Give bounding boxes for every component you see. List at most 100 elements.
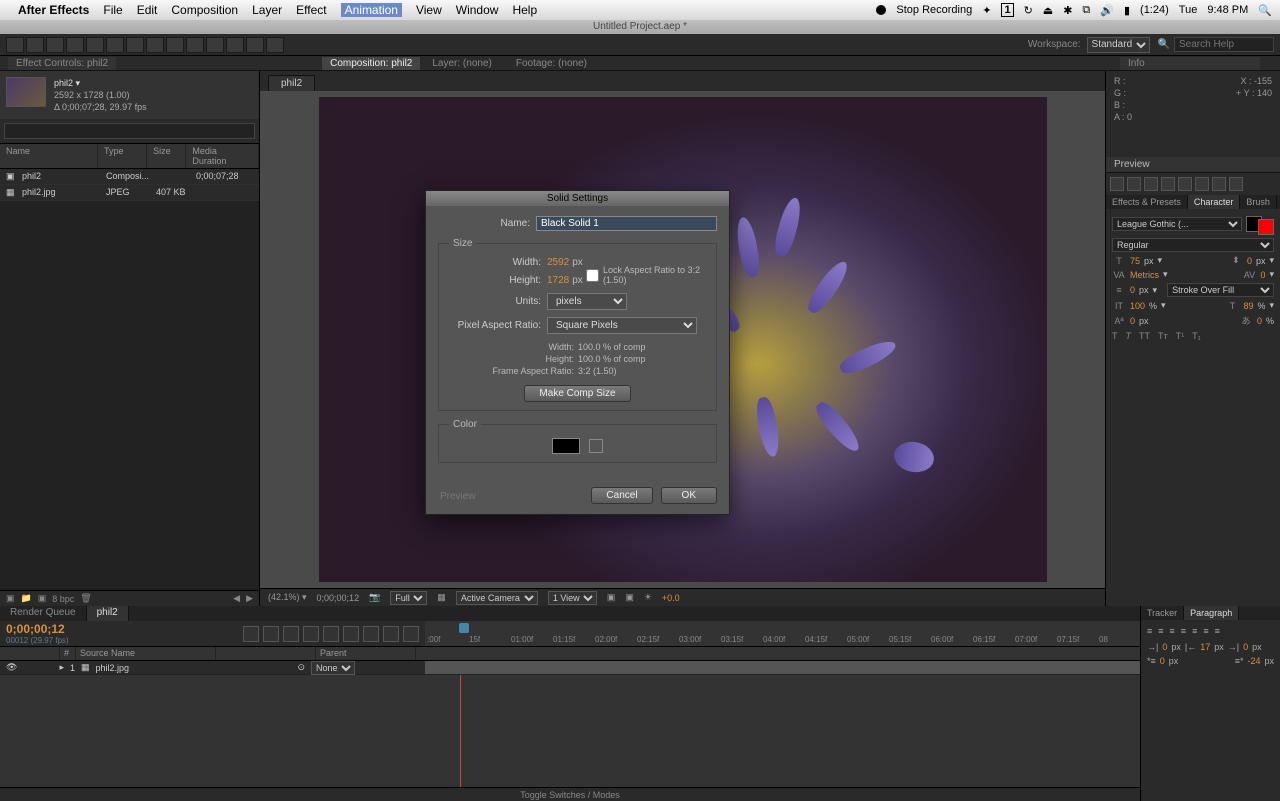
menu-view[interactable]: View	[416, 3, 442, 17]
render-queue-tab[interactable]: Render Queue	[0, 606, 87, 621]
brush-tool[interactable]	[186, 37, 204, 53]
kerning[interactable]: Metrics	[1130, 270, 1159, 280]
battery-icon[interactable]: ▮	[1124, 4, 1130, 17]
bold-icon[interactable]: T	[1112, 331, 1118, 341]
smallcaps-icon[interactable]: Tᴛ	[1158, 331, 1168, 341]
playhead-marker-icon[interactable]	[459, 623, 469, 633]
trash-icon[interactable]: 🗑	[80, 593, 91, 604]
width-value[interactable]: 2592	[547, 257, 569, 268]
bpc-label[interactable]: 8 bpc	[52, 594, 74, 604]
layer-tab[interactable]: Layer: (none)	[432, 58, 491, 69]
resolution-select[interactable]: Full	[390, 591, 427, 605]
tl-btn[interactable]	[263, 626, 279, 642]
zoom-tool[interactable]	[46, 37, 64, 53]
col-parent[interactable]: Parent	[316, 647, 416, 660]
prev-frame-icon[interactable]	[1127, 177, 1141, 191]
pan-behind-tool[interactable]	[106, 37, 124, 53]
grid-icon[interactable]: ▦	[437, 592, 446, 603]
col-source-name[interactable]: Source Name	[76, 647, 216, 660]
shape-tool[interactable]	[126, 37, 144, 53]
paragraph-tab[interactable]: Paragraph	[1184, 606, 1239, 620]
tl-btn[interactable]	[283, 626, 299, 642]
parent-pick-icon[interactable]: ⊙	[298, 662, 306, 673]
timeline-comp-tab[interactable]: phil2	[87, 606, 129, 621]
stop-recording[interactable]: Stop Recording	[896, 4, 972, 16]
menu-file[interactable]: File	[103, 3, 122, 17]
layer-bar[interactable]	[425, 661, 1140, 674]
tl-btn[interactable]	[383, 626, 399, 642]
roto-tool[interactable]	[246, 37, 264, 53]
eraser-tool[interactable]	[226, 37, 244, 53]
timeline-body[interactable]	[0, 675, 1140, 787]
tl-btn[interactable]	[303, 626, 319, 642]
align-left-icon[interactable]: ≡	[1147, 626, 1152, 636]
height-value[interactable]: 1728	[547, 275, 569, 286]
status-icon[interactable]: ✦	[982, 4, 991, 17]
search-help-input[interactable]	[1174, 37, 1274, 52]
stroke-swatch[interactable]	[1258, 219, 1274, 235]
pen-tool[interactable]	[146, 37, 164, 53]
align-right-icon[interactable]: ≡	[1170, 626, 1175, 636]
view-opt-icon[interactable]: ▣	[607, 592, 616, 603]
font-select[interactable]: League Gothic (...	[1112, 217, 1242, 231]
eye-icon[interactable]: 👁	[6, 662, 17, 673]
allcaps-icon[interactable]: TT	[1139, 331, 1150, 341]
eyedropper-icon[interactable]	[589, 439, 603, 453]
comp-new-icon[interactable]: ▣	[38, 593, 47, 604]
justify-icon[interactable]: ≡	[1215, 626, 1220, 636]
make-comp-size-button[interactable]: Make Comp Size	[524, 385, 630, 402]
leading[interactable]: 0	[1247, 256, 1252, 266]
scroll-right-icon[interactable]: ▶	[246, 593, 253, 604]
timeline-layer-row[interactable]: 👁 ▸ 1 ▦ phil2.jpg ⊙ None	[0, 661, 1140, 675]
character-tab[interactable]: Character	[1188, 195, 1241, 209]
baseline[interactable]: 0	[1130, 316, 1135, 326]
tsume[interactable]: 0	[1257, 316, 1262, 326]
menu-animation[interactable]: Animation	[341, 3, 402, 17]
clone-tool[interactable]	[206, 37, 224, 53]
footage-tab[interactable]: Footage: (none)	[516, 58, 587, 69]
view-select[interactable]: 1 View	[548, 591, 597, 605]
status-icon[interactable]: 1	[1001, 3, 1013, 17]
tl-btn[interactable]	[343, 626, 359, 642]
viewer-timecode[interactable]: 0;00;00;12	[317, 593, 360, 603]
camera-tool[interactable]	[86, 37, 104, 53]
last-frame-icon[interactable]	[1178, 177, 1192, 191]
superscript-icon[interactable]: T¹	[1176, 331, 1185, 341]
selection-tool[interactable]	[6, 37, 24, 53]
rotate-tool[interactable]	[66, 37, 84, 53]
current-timecode[interactable]: 0;00;00;12	[6, 622, 69, 636]
align-center-icon[interactable]: ≡	[1158, 626, 1163, 636]
mute-icon[interactable]	[1212, 177, 1226, 191]
cancel-button[interactable]: Cancel	[591, 487, 652, 504]
col-media[interactable]: Media Duration	[186, 144, 259, 168]
puppet-tool[interactable]	[266, 37, 284, 53]
effects-presets-tab[interactable]: Effects & Presets	[1106, 195, 1188, 209]
next-frame-icon[interactable]	[1161, 177, 1175, 191]
stroke-width[interactable]: 0	[1130, 285, 1135, 295]
loop-icon[interactable]	[1195, 177, 1209, 191]
subscript-icon[interactable]: T₁	[1192, 331, 1201, 341]
col-size[interactable]: Size	[147, 144, 186, 168]
menu-edit[interactable]: Edit	[137, 3, 158, 17]
justify-icon[interactable]: ≡	[1203, 626, 1208, 636]
col-name[interactable]: Name	[0, 144, 98, 168]
col-type[interactable]: Type	[98, 144, 147, 168]
tracking[interactable]: 0	[1260, 270, 1265, 280]
hand-tool[interactable]	[26, 37, 44, 53]
project-row[interactable]: ▣ phil2 Composi... 0;00;07;28	[0, 169, 259, 185]
project-row[interactable]: ▦ phil2.jpg JPEG 407 KB	[0, 185, 259, 201]
interpret-icon[interactable]: ▣	[6, 593, 15, 604]
exposure-icon[interactable]: ☀	[644, 592, 652, 603]
first-frame-icon[interactable]	[1110, 177, 1124, 191]
sync-icon[interactable]: ↻	[1024, 4, 1033, 17]
tl-btn[interactable]	[403, 626, 419, 642]
camera-select[interactable]: Active Camera	[456, 591, 538, 605]
justify-icon[interactable]: ≡	[1192, 626, 1197, 636]
view-opt-icon[interactable]: ▣	[625, 592, 634, 603]
bluetooth-icon[interactable]: ✱	[1063, 4, 1072, 17]
toggle-switches-button[interactable]: Toggle Switches / Modes	[520, 790, 620, 800]
volume-icon[interactable]: 🔊	[1100, 4, 1114, 17]
justify-icon[interactable]: ≡	[1181, 626, 1186, 636]
menu-effect[interactable]: Effect	[296, 3, 326, 17]
menu-layer[interactable]: Layer	[252, 3, 282, 17]
